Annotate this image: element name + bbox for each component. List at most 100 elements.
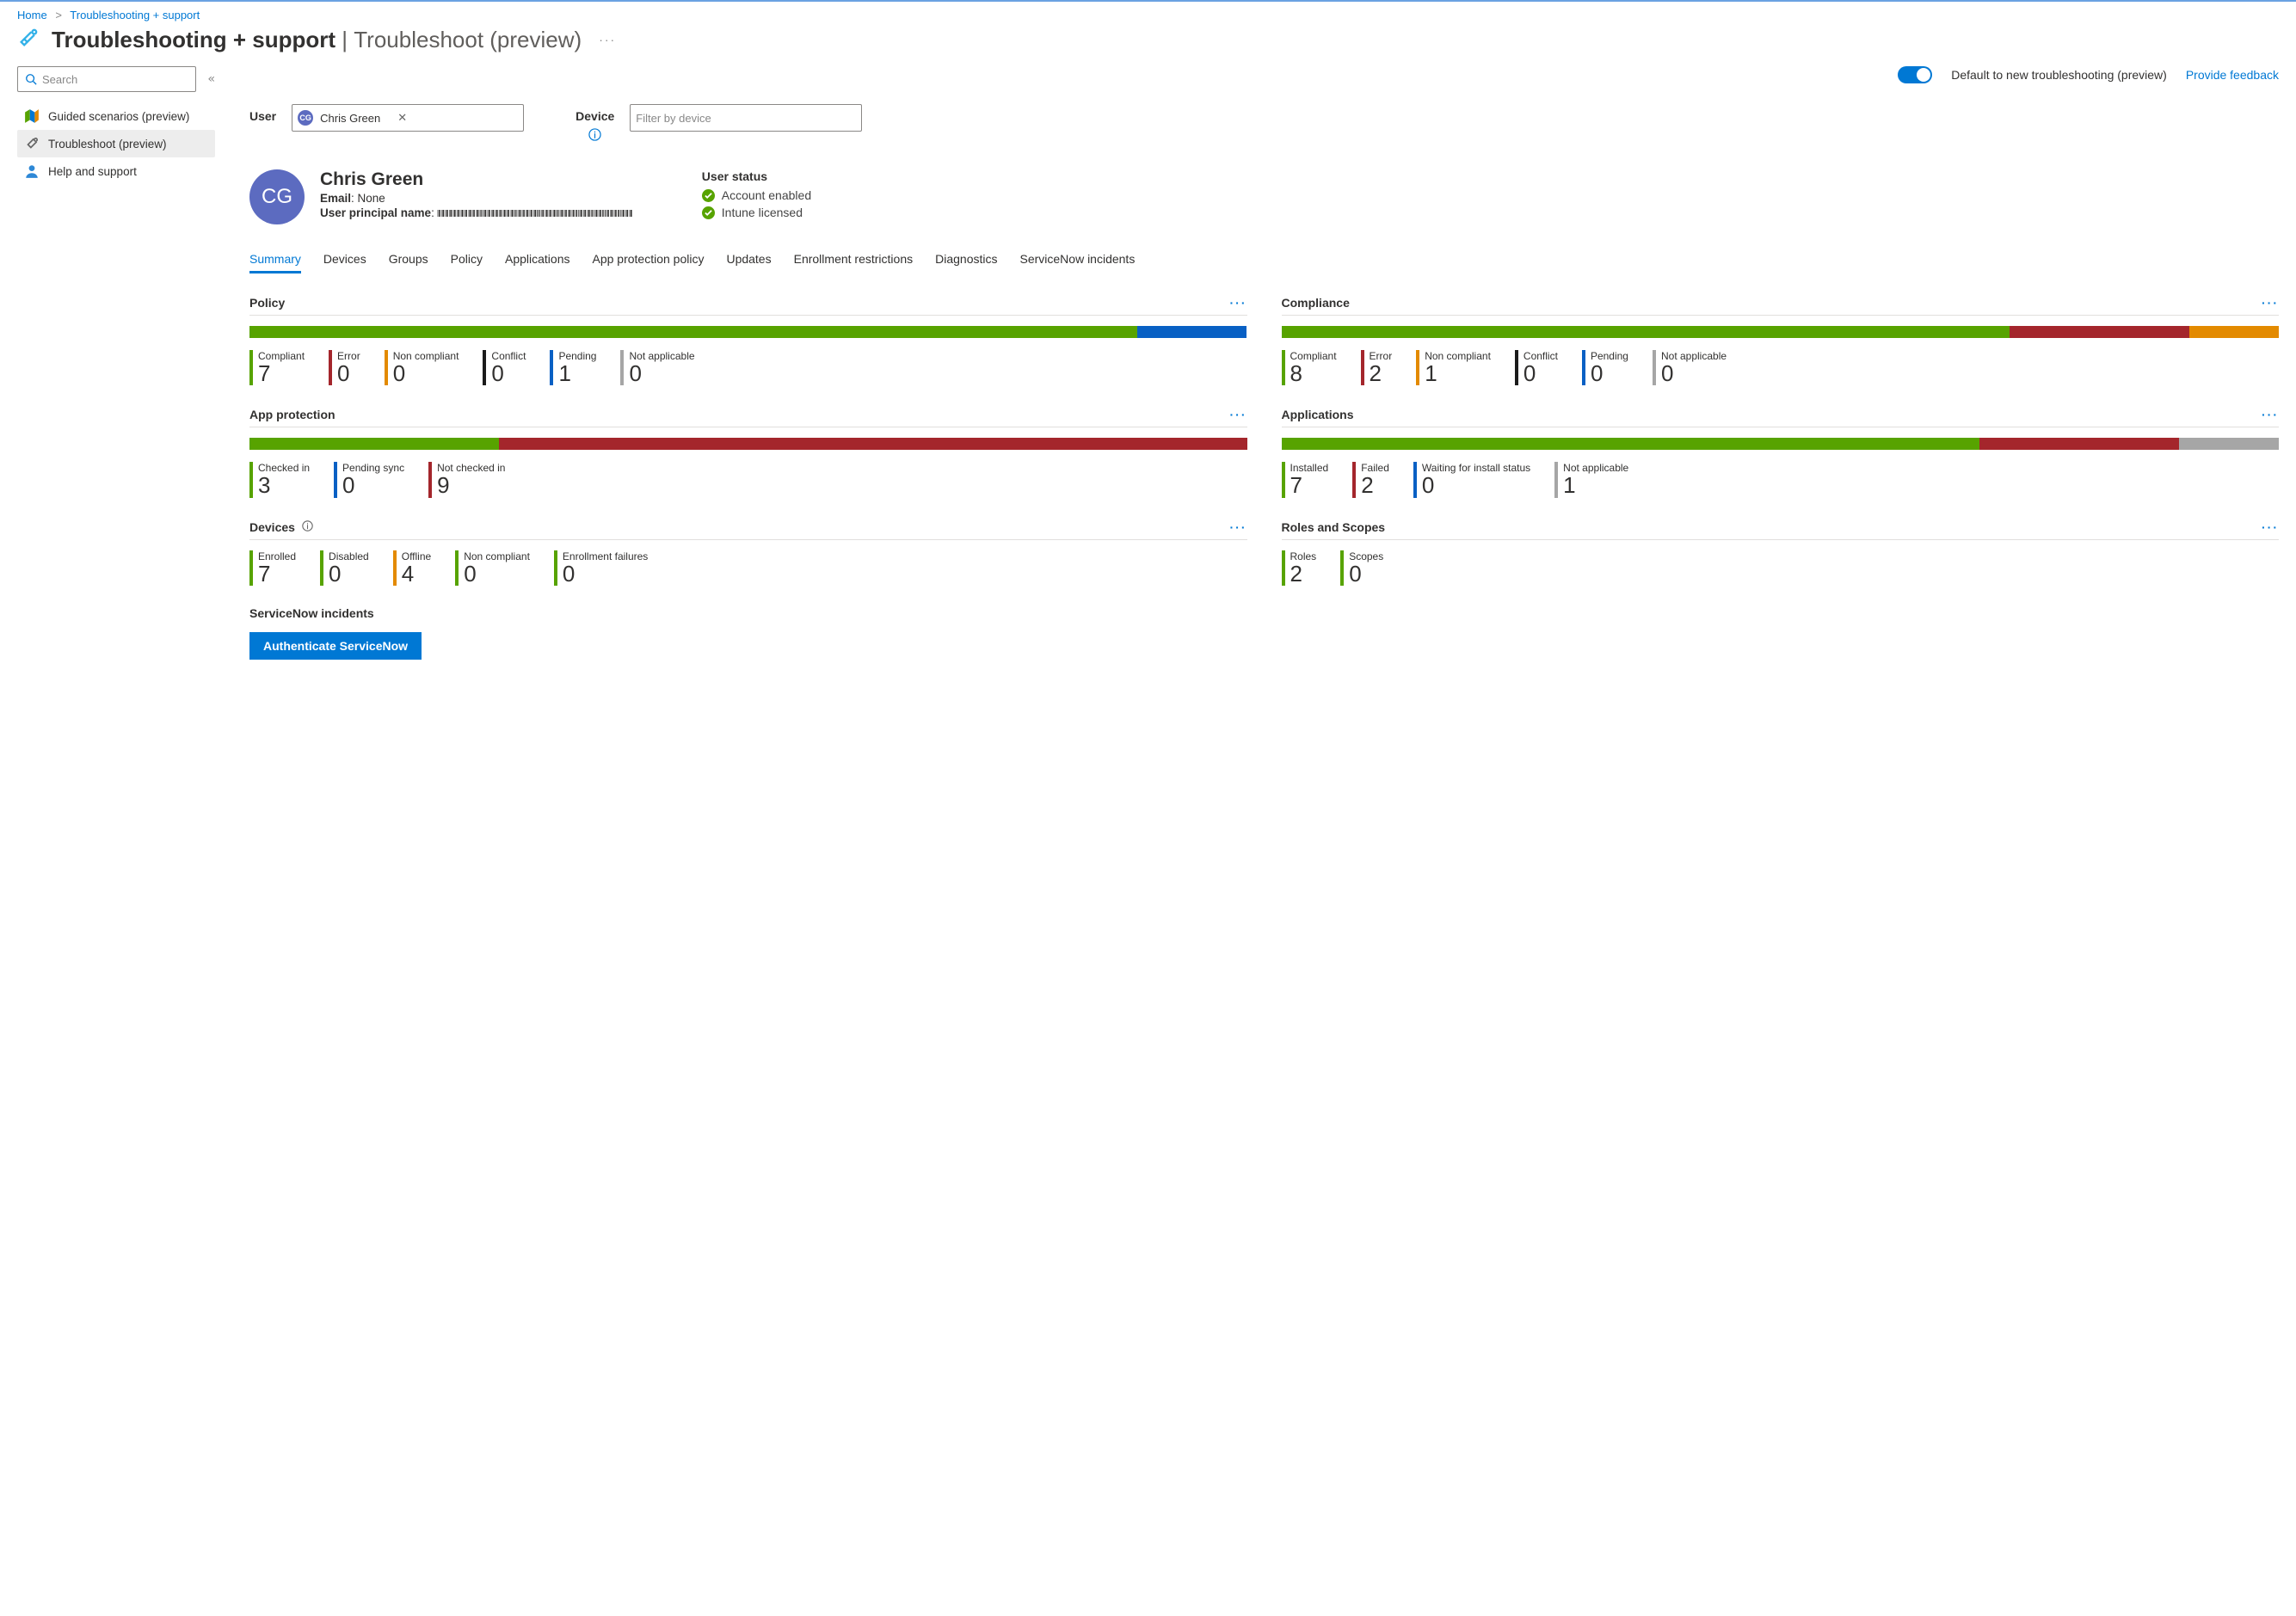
- sidebar-item-guided-scenarios[interactable]: Guided scenarios (preview): [17, 102, 215, 130]
- sidebar-item-help[interactable]: Help and support: [17, 157, 215, 185]
- stat-tick: [1554, 462, 1558, 497]
- stat-conflict[interactable]: Conflict0: [483, 350, 526, 385]
- stat-pending[interactable]: Pending1: [550, 350, 596, 385]
- stat-waiting-for-install-status[interactable]: Waiting for install status0: [1413, 462, 1530, 497]
- card-stats: Roles2 Scopes0: [1282, 550, 2280, 586]
- user-status-header: User status: [702, 169, 811, 183]
- clear-user-icon[interactable]: ✕: [397, 111, 407, 125]
- card-more-icon[interactable]: ···: [1230, 408, 1247, 421]
- stat-tick: [1582, 350, 1585, 385]
- card-info-icon[interactable]: [302, 520, 313, 534]
- stat-not-applicable[interactable]: Not applicable0: [620, 350, 694, 385]
- stat-enrolled[interactable]: Enrolled7: [249, 550, 296, 586]
- stat-value: 0: [629, 362, 694, 385]
- tab-groups[interactable]: Groups: [389, 247, 428, 273]
- stat-non-compliant[interactable]: Non compliant1: [1416, 350, 1491, 385]
- stat-error[interactable]: Error2: [1361, 350, 1393, 385]
- stat-enrollment-failures[interactable]: Enrollment failures0: [554, 550, 648, 586]
- tab-servicenow-incidents[interactable]: ServiceNow incidents: [1019, 247, 1135, 273]
- stat-value: 1: [1425, 362, 1491, 385]
- card-bar: [1282, 438, 2280, 450]
- device-placeholder: Filter by device: [636, 112, 711, 125]
- user-filter-input[interactable]: CG Chris Green ✕: [292, 104, 524, 132]
- device-info-icon[interactable]: [588, 128, 601, 144]
- card-more-icon[interactable]: ···: [2262, 296, 2279, 310]
- stat-tick: [428, 462, 432, 497]
- tab-policy[interactable]: Policy: [451, 247, 483, 273]
- stat-pending-sync[interactable]: Pending sync0: [334, 462, 404, 497]
- sidebar-item-label: Troubleshoot (preview): [48, 138, 167, 151]
- stat-pending[interactable]: Pending0: [1582, 350, 1628, 385]
- stat-scopes[interactable]: Scopes0: [1340, 550, 1383, 586]
- stat-conflict[interactable]: Conflict0: [1515, 350, 1558, 385]
- stat-not-applicable[interactable]: Not applicable1: [1554, 462, 1628, 497]
- stat-tick: [249, 350, 253, 385]
- card-stats: Checked in3 Pending sync0 Not checked in9: [249, 462, 1247, 497]
- breadcrumb-section[interactable]: Troubleshooting + support: [70, 9, 200, 22]
- stat-installed[interactable]: Installed7: [1282, 462, 1329, 497]
- device-filter-input[interactable]: Filter by device: [630, 104, 862, 132]
- sidebar-item-troubleshoot[interactable]: Troubleshoot (preview): [17, 130, 215, 157]
- card-bar: [249, 326, 1247, 338]
- stat-tick: [393, 550, 397, 586]
- stat-not-applicable[interactable]: Not applicable0: [1653, 350, 1727, 385]
- tabs: Summary Devices Groups Policy Applications Ap…: [249, 247, 2279, 273]
- sidebar-search[interactable]: Search: [17, 66, 196, 92]
- sidebar-collapse-icon[interactable]: «: [208, 72, 215, 86]
- breadcrumb-home[interactable]: Home: [17, 9, 47, 22]
- stat-roles[interactable]: Roles2: [1282, 550, 1317, 586]
- card-more-icon[interactable]: ···: [2262, 408, 2279, 421]
- stat-value: 1: [1563, 474, 1628, 497]
- stat-compliant[interactable]: Compliant8: [1282, 350, 1337, 385]
- stat-value: 0: [1661, 362, 1727, 385]
- provide-feedback-link[interactable]: Provide feedback: [2186, 68, 2279, 82]
- stat-failed[interactable]: Failed2: [1352, 462, 1389, 497]
- tab-updates[interactable]: Updates: [726, 247, 771, 273]
- card-title: Devices: [249, 520, 313, 534]
- stat-tick: [249, 462, 253, 497]
- stat-not-checked-in[interactable]: Not checked in9: [428, 462, 505, 497]
- page-title: Troubleshooting + support: [52, 27, 335, 53]
- sidebar-item-label: Help and support: [48, 165, 137, 178]
- card-app-protection: App protection···Checked in3Pending sync…: [249, 408, 1247, 497]
- card-stats: Compliant7 Error0 Non compliant0 Conflict0 P…: [249, 350, 1247, 385]
- card-applications: Applications···Installed7Failed2Waiting …: [1282, 408, 2280, 497]
- stat-non-compliant[interactable]: Non compliant0: [385, 350, 459, 385]
- tab-summary[interactable]: Summary: [249, 247, 301, 273]
- sidebar: Search « Guided scenarios (preview) Trou…: [17, 66, 215, 185]
- default-toggle[interactable]: [1898, 66, 1932, 83]
- stat-value: 7: [1290, 474, 1329, 497]
- stat-disabled[interactable]: Disabled0: [320, 550, 369, 586]
- bar-segment: [249, 438, 499, 450]
- tab-diagnostics[interactable]: Diagnostics: [935, 247, 997, 273]
- card-stats: Installed7 Failed2 Waiting for install sta…: [1282, 462, 2280, 497]
- sidebar-item-label: Guided scenarios (preview): [48, 110, 189, 123]
- bar-segment: [249, 326, 1137, 338]
- tab-applications[interactable]: Applications: [505, 247, 570, 273]
- stat-tick: [1340, 550, 1344, 586]
- card-more-icon[interactable]: ···: [1230, 520, 1247, 534]
- stat-value: 0: [342, 474, 404, 497]
- status-intune-licensed: Intune licensed: [702, 206, 811, 219]
- stat-label: Enrollment failures: [563, 550, 648, 562]
- tab-app-protection-policy[interactable]: App protection policy: [592, 247, 704, 273]
- tab-enrollment-restrictions[interactable]: Enrollment restrictions: [794, 247, 914, 273]
- breadcrumb-sep: >: [55, 9, 62, 22]
- card-policy: Policy···Compliant7Error0Non compliant0C…: [249, 296, 1247, 385]
- stat-offline[interactable]: Offline4: [393, 550, 431, 586]
- authenticate-servicenow-button[interactable]: Authenticate ServiceNow: [249, 632, 422, 660]
- stat-compliant[interactable]: Compliant7: [249, 350, 305, 385]
- stat-non-compliant[interactable]: Non compliant0: [455, 550, 530, 586]
- stat-value: 2: [1361, 474, 1389, 497]
- stat-checked-in[interactable]: Checked in3: [249, 462, 310, 497]
- bar-segment: [1137, 326, 1247, 338]
- title-more-icon[interactable]: ···: [599, 33, 616, 46]
- tab-devices[interactable]: Devices: [323, 247, 366, 273]
- card-more-icon[interactable]: ···: [1230, 296, 1247, 310]
- stat-value: 0: [563, 562, 648, 586]
- card-more-icon[interactable]: ···: [2262, 520, 2279, 534]
- stat-tick: [1282, 350, 1285, 385]
- stat-value: 8: [1290, 362, 1337, 385]
- user-email: Email: None: [320, 192, 633, 205]
- stat-error[interactable]: Error0: [329, 350, 360, 385]
